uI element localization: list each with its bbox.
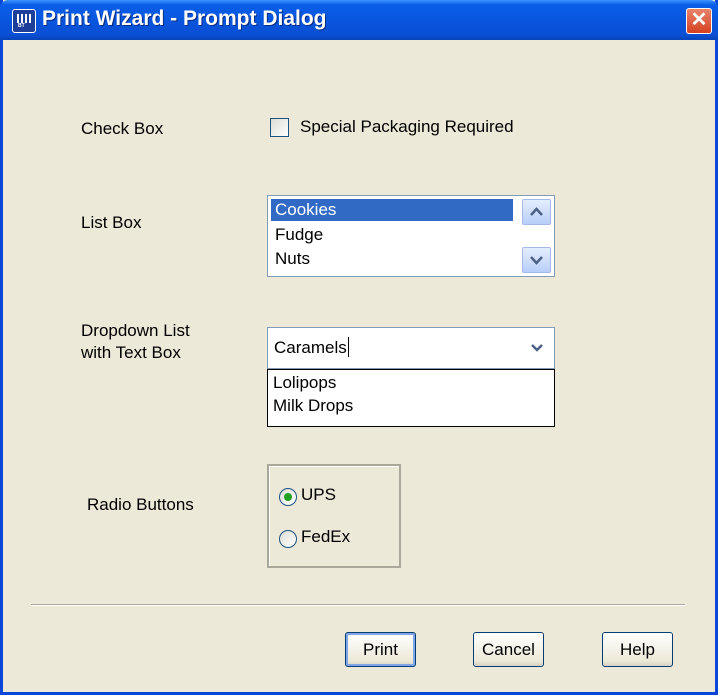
radio-selected-dot [284,493,292,501]
dropdown-options-list: Lolipops Milk Drops [267,369,555,427]
dropdown-option[interactable]: Milk Drops [273,396,353,416]
ups-radio[interactable] [279,488,297,506]
list-item[interactable]: Nuts [271,248,513,270]
dropdown-label-line1: Dropdown List [81,321,190,340]
list-item[interactable]: Fudge [271,224,513,246]
scroll-down-button[interactable] [522,247,551,273]
chevron-down-icon [531,344,543,352]
scroll-up-button[interactable] [522,199,551,225]
help-button[interactable]: Help [602,632,673,667]
chevron-up-icon [530,207,543,216]
window-title: Print Wizard - Prompt Dialog [42,7,327,30]
special-packaging-checkbox[interactable] [270,118,289,137]
combo-input-text[interactable]: Caramels [274,338,347,357]
cancel-button[interactable]: Cancel [473,632,544,667]
dropdown-toggle-button[interactable] [524,335,550,361]
check-box-label: Check Box [81,119,164,138]
candy-list-box[interactable]: Cookies Fudge Nuts [267,195,555,277]
fedex-radio-label[interactable]: FedEx [301,527,350,547]
list-item[interactable]: Cookies [271,199,513,221]
dropdown-label-line2: with Text Box [81,343,181,362]
special-packaging-label[interactable]: Special Packaging Required [300,117,514,137]
print-wizard-window: BT Print Wizard - Prompt Dialog ✕ Check … [0,0,718,695]
candy-combo-box[interactable]: Caramels [267,327,555,369]
footer-separator [31,604,685,606]
dropdown-option[interactable]: Lolipops [273,373,336,393]
ups-radio-label[interactable]: UPS [301,485,336,505]
title-bar[interactable]: BT Print Wizard - Prompt Dialog ✕ [0,0,718,40]
shipping-radio-group: UPS FedEx [267,464,401,568]
app-icon-text: BT [18,23,25,29]
chevron-down-icon [530,256,543,265]
radio-buttons-label: Radio Buttons [87,495,194,514]
fedex-radio[interactable] [279,530,297,548]
print-button[interactable]: Print [345,632,416,667]
close-button[interactable]: ✕ [686,8,712,34]
text-caret [347,337,349,357]
list-box-label: List Box [81,213,142,232]
barcode-app-icon: BT [12,9,36,33]
